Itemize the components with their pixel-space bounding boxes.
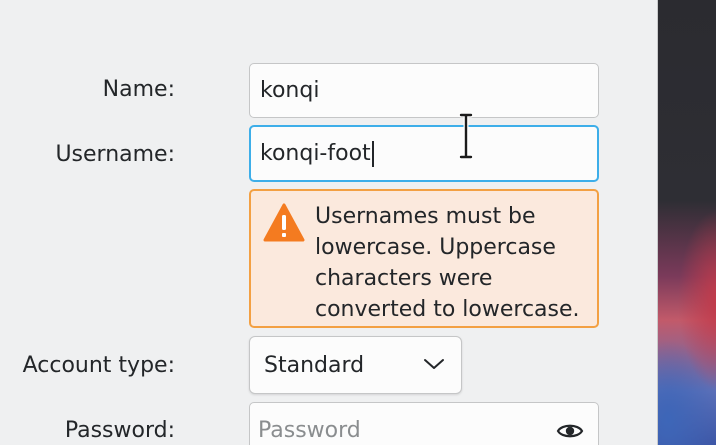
username-field[interactable]: konqi-foot — [249, 125, 599, 182]
name-field[interactable]: konqi — [249, 63, 599, 118]
warning-triangle-icon — [263, 203, 305, 242]
username-warning-message: Usernames must be lowercase. Uppercase c… — [249, 189, 599, 328]
password-field[interactable] — [249, 402, 599, 445]
chevron-down-icon — [424, 359, 444, 369]
username-value: konqi-foot — [260, 140, 371, 166]
account-type-label: Account type: — [22, 353, 175, 378]
text-caret — [371, 140, 374, 167]
desktop-wallpaper — [658, 0, 716, 445]
password-label: Password: — [64, 418, 175, 443]
eye-icon[interactable] — [556, 420, 584, 442]
dialog-panel: Name: konqi Username: konqi-foot Usernam… — [0, 0, 657, 445]
text-cursor-icon — [458, 113, 474, 159]
username-label: Username: — [55, 142, 175, 167]
warning-text: Usernames must be lowercase. Uppercase c… — [315, 204, 580, 322]
name-value: konqi — [260, 77, 320, 103]
account-type-dropdown[interactable]: Standard — [249, 336, 462, 394]
name-label: Name: — [102, 77, 175, 102]
account-type-value: Standard — [264, 352, 365, 378]
password-input[interactable] — [258, 403, 538, 445]
